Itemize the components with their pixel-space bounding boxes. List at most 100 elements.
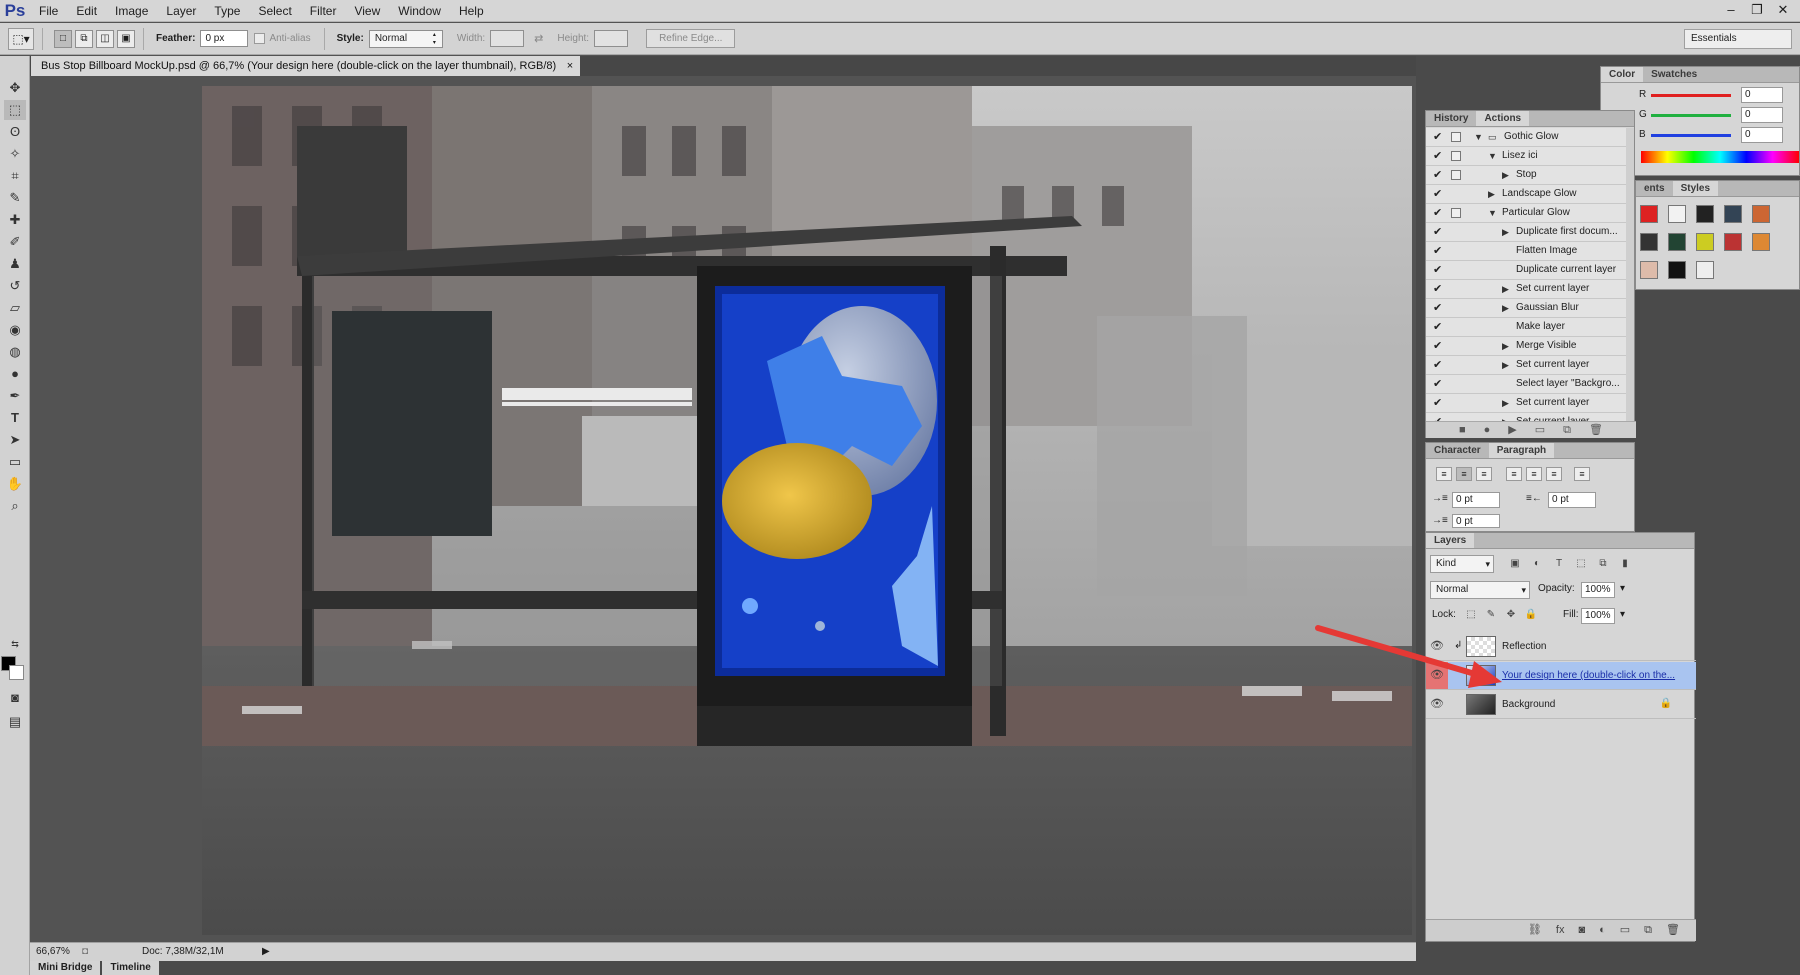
new-selection-icon[interactable]: □ — [54, 29, 72, 48]
width-input[interactable] — [490, 30, 525, 47]
opacity-dropdown-icon[interactable]: ▾ — [1620, 583, 1625, 594]
stamp-tool-icon[interactable]: ♟ — [4, 254, 26, 274]
tab-mini-bridge[interactable]: Mini Bridge — [30, 961, 101, 975]
mockup-canvas-image[interactable] — [202, 86, 1412, 935]
style-swatch[interactable] — [1724, 233, 1742, 251]
channel-b-input[interactable]: 0 — [1741, 127, 1783, 143]
justify-center-icon[interactable]: ≡ — [1526, 467, 1542, 481]
align-left-icon[interactable]: ≡ — [1436, 467, 1452, 481]
lock-pixels-icon[interactable]: ✎ — [1484, 608, 1498, 622]
layer-filter-select[interactable]: Kind — [1430, 555, 1494, 573]
action-row[interactable]: ✔ ▶ Merge Visible — [1426, 337, 1626, 356]
action-row[interactable]: ✔ ▶ Set current layer — [1426, 280, 1626, 299]
collapsed-arrow-icon[interactable]: ▶ — [1488, 185, 1495, 203]
dialog-toggle-icon[interactable] — [1451, 208, 1461, 218]
zoom-level[interactable]: 66,67% — [36, 943, 70, 961]
action-row[interactable]: ✔ ▶ Duplicate first docum... — [1426, 223, 1626, 242]
check-icon[interactable]: ✔ — [1433, 318, 1445, 336]
antialias-checkbox[interactable] — [254, 33, 266, 44]
new-layer-icon[interactable]: ⧉ — [1644, 920, 1652, 941]
minimize-button[interactable]: – — [1718, 0, 1744, 20]
dialog-toggle-icon[interactable] — [1451, 170, 1461, 180]
link-layers-icon[interactable]: ⛓ — [1528, 920, 1542, 941]
channel-g-input[interactable]: 0 — [1741, 107, 1783, 123]
check-icon[interactable]: ✔ — [1433, 280, 1445, 298]
close-window-button[interactable]: ✕ — [1770, 0, 1796, 20]
menu-help[interactable]: Help — [450, 0, 493, 22]
new-group-icon[interactable]: ▭ — [1620, 920, 1630, 941]
shape-tool-icon[interactable]: ▭ — [4, 452, 26, 472]
check-icon[interactable]: ✔ — [1433, 356, 1445, 374]
intersect-selection-icon[interactable]: ▣ — [117, 29, 135, 48]
new-set-icon[interactable]: ▭ — [1535, 422, 1545, 438]
action-row[interactable]: ✔ Make layer — [1426, 318, 1626, 337]
document-tab[interactable]: Bus Stop Billboard MockUp.psd @ 66,7% (Y… — [31, 56, 581, 76]
add-mask-icon[interactable]: ◙ — [1578, 920, 1585, 941]
action-row[interactable]: ✔ ▼ Particular Glow — [1426, 204, 1626, 223]
style-swatch[interactable] — [1752, 233, 1770, 251]
fill-input[interactable]: 100% — [1581, 608, 1615, 624]
layer-style-icon[interactable]: fx — [1556, 920, 1565, 941]
action-row[interactable]: ✔ Select layer "Backgro... — [1426, 375, 1626, 394]
style-swatch[interactable] — [1640, 205, 1658, 223]
actions-scrollbar[interactable] — [1626, 128, 1634, 421]
subtract-selection-icon[interactable]: ◫ — [96, 29, 114, 48]
canvas-area[interactable] — [30, 76, 1416, 942]
new-action-icon[interactable]: ⧉ — [1563, 422, 1571, 438]
indent-left-input[interactable]: 0 pt — [1452, 492, 1500, 508]
swap-icon[interactable]: ⇄ — [534, 32, 543, 45]
style-select[interactable]: Normal — [368, 29, 443, 48]
style-swatch[interactable] — [1640, 233, 1658, 251]
record-icon[interactable]: ● — [1484, 422, 1491, 438]
menu-type[interactable]: Type — [205, 0, 249, 22]
blend-mode-select[interactable]: Normal — [1430, 581, 1530, 599]
action-row[interactable]: ✔ ▶ Set current layer — [1426, 394, 1626, 413]
dialog-toggle-icon[interactable] — [1451, 132, 1461, 142]
channel-g-slider[interactable] — [1651, 114, 1731, 117]
lock-transparency-icon[interactable]: ⬚ — [1464, 608, 1478, 622]
brush-tool-icon[interactable]: ✐ — [4, 232, 26, 252]
dodge-tool-icon[interactable]: ● — [4, 364, 26, 384]
lock-position-icon[interactable]: ✥ — [1504, 608, 1518, 622]
delete-action-icon[interactable]: 🗑 — [1589, 422, 1603, 438]
action-row[interactable]: ✔ ▶ Landscape Glow — [1426, 185, 1626, 204]
menu-layer[interactable]: Layer — [157, 0, 205, 22]
status-info-icon[interactable]: ◘ — [82, 943, 88, 961]
visibility-eye-icon[interactable]: 👁 — [1426, 662, 1448, 689]
tab-adjustments[interactable]: ents — [1636, 181, 1673, 196]
menu-file[interactable]: File — [30, 0, 67, 22]
swap-colors-icon[interactable]: ⇆ — [4, 634, 26, 654]
marquee-preset-icon[interactable]: ⬚▾ — [8, 27, 34, 50]
opacity-input[interactable]: 100% — [1581, 582, 1615, 598]
style-swatch[interactable] — [1696, 233, 1714, 251]
check-icon[interactable]: ✔ — [1433, 147, 1445, 165]
layer-row[interactable]: 👁 ↲ Reflection — [1426, 633, 1696, 661]
action-row[interactable]: ✔ ▶ Set current layer — [1426, 356, 1626, 375]
visibility-eye-icon[interactable]: 👁 — [1426, 691, 1448, 718]
layer-thumbnail[interactable] — [1466, 636, 1496, 657]
healing-tool-icon[interactable]: ✚ — [4, 210, 26, 230]
align-center-icon[interactable]: ≡ — [1456, 467, 1472, 481]
style-swatch[interactable] — [1752, 205, 1770, 223]
tab-actions[interactable]: Actions — [1476, 111, 1530, 126]
style-swatch[interactable] — [1696, 261, 1714, 279]
filter-pixel-icon[interactable]: ▣ — [1508, 557, 1522, 571]
layer-name[interactable]: Reflection — [1502, 633, 1546, 660]
restore-button[interactable]: ❐ — [1744, 0, 1770, 20]
tab-color[interactable]: Color — [1601, 67, 1644, 82]
path-select-tool-icon[interactable]: ➤ — [4, 430, 26, 450]
check-icon[interactable]: ✔ — [1433, 375, 1445, 393]
check-icon[interactable]: ✔ — [1433, 299, 1445, 317]
delete-layer-icon[interactable]: 🗑 — [1666, 920, 1680, 941]
add-selection-icon[interactable]: ⧉ — [75, 29, 93, 48]
play-icon[interactable]: ▶ — [1508, 422, 1516, 438]
collapsed-arrow-icon[interactable]: ▶ — [1502, 223, 1509, 241]
collapsed-arrow-icon[interactable]: ▶ — [1502, 337, 1509, 355]
justify-all-icon[interactable]: ≡ — [1574, 467, 1590, 481]
expanded-arrow-icon[interactable]: ▼ — [1488, 147, 1497, 165]
quick-select-tool-icon[interactable]: ✧ — [4, 144, 26, 164]
background-color-swatch[interactable] — [9, 665, 24, 680]
dialog-toggle-icon[interactable] — [1451, 151, 1461, 161]
filter-toggle-icon[interactable]: ▮ — [1618, 557, 1632, 571]
quick-mask-icon[interactable]: ◙ — [4, 688, 26, 708]
